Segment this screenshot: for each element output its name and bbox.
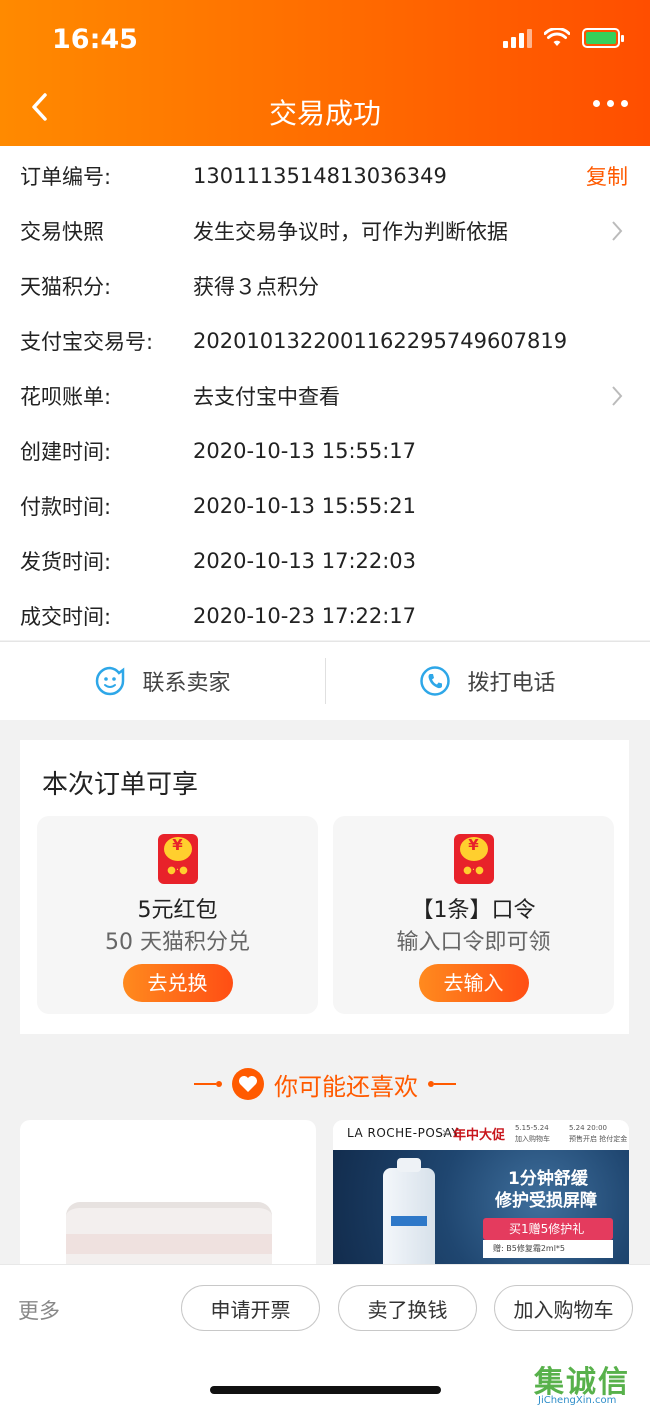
- row-label: 花呗账单:: [20, 384, 112, 409]
- more-link[interactable]: 更多: [18, 1295, 60, 1325]
- add-to-cart-button[interactable]: 加入购物车: [494, 1285, 633, 1331]
- ad-date: 5.24 20:00: [569, 1124, 607, 1132]
- recommend-heading: 你可能还喜欢: [0, 1066, 650, 1102]
- row-label: 付款时间:: [20, 494, 112, 519]
- ad-gift-badge: 买1赠5修护礼: [483, 1218, 613, 1240]
- product-image: [66, 1202, 272, 1265]
- contact-bar: 联系卖家 拨打电话: [0, 641, 650, 720]
- red-packet-icon: ●·●: [157, 834, 198, 884]
- call-phone-label: 拨打电话: [467, 671, 556, 696]
- order-number-row: 订单编号: 1301113514813036349 复制: [0, 148, 650, 203]
- chevron-right-icon: [612, 385, 623, 406]
- row-label: 创建时间:: [20, 439, 112, 464]
- chevron-right-icon: [612, 220, 623, 241]
- benefit-desc: 50 天猫积分兑: [105, 930, 250, 955]
- page-title: 交易成功: [268, 97, 381, 130]
- order-number: 1301113514813036349: [193, 163, 447, 188]
- row-value: 去支付宝中查看: [193, 384, 340, 409]
- row-value: 发生交易争议时，可作为判断依据: [193, 219, 508, 244]
- heart-icon: [232, 1068, 264, 1100]
- ad-headline: 修护受损屏障: [495, 1191, 597, 1211]
- row-label: 交易快照: [20, 219, 104, 244]
- alipay-trade-row: 支付宝交易号: 2020101322001162295749607819: [0, 313, 650, 368]
- deco-right: [428, 1081, 456, 1087]
- ad-date-sub: 加入购物车: [515, 1135, 550, 1143]
- created-time-row: 创建时间: 2020-10-13 15:55:17: [0, 423, 650, 478]
- red-packet-icon: ●·●: [453, 834, 494, 884]
- product-card-ad[interactable]: LA ROCHE-POSAY × 年中大促 5.15-5.24 5.24 20:…: [333, 1120, 629, 1265]
- home-indicator: [210, 1386, 441, 1394]
- row-label: 发货时间:: [20, 549, 112, 574]
- product-card[interactable]: [20, 1120, 316, 1265]
- product-bottle: [383, 1158, 435, 1265]
- copy-button[interactable]: 复制: [586, 161, 628, 191]
- row-label: 支付宝交易号:: [20, 329, 154, 354]
- status-icons: [503, 28, 624, 48]
- row-label: 成交时间:: [20, 604, 112, 629]
- redeem-button[interactable]: 去兑换: [122, 964, 233, 1002]
- chat-face-icon: [96, 666, 125, 696]
- benefits-title: 本次订单可享: [42, 770, 199, 800]
- benefit-name: 【1条】口令: [411, 898, 536, 923]
- row-label: 天猫积分:: [20, 274, 112, 299]
- invoice-button[interactable]: 申请开票: [181, 1285, 320, 1331]
- ad-separator: ×: [441, 1126, 451, 1139]
- snapshot-row[interactable]: 交易快照 发生交易争议时，可作为判断依据: [0, 203, 650, 258]
- ad-gift-note: 赠: B5修复霜2ml*5: [483, 1240, 613, 1258]
- signal-icon: [503, 28, 532, 48]
- row-value: 2020-10-13 17:22:03: [193, 548, 417, 573]
- ad-banner-top: LA ROCHE-POSAY × 年中大促 5.15-5.24 5.24 20:…: [333, 1120, 629, 1150]
- row-value: 2020-10-23 17:22:17: [193, 603, 417, 628]
- paid-time-row: 付款时间: 2020-10-13 15:55:21: [0, 478, 650, 533]
- enter-code-button[interactable]: 去输入: [418, 964, 529, 1002]
- huabei-bill-row[interactable]: 花呗账单: 去支付宝中查看: [0, 368, 650, 423]
- benefit-red-packet: ●·● 5元红包 50 天猫积分兑 去兑换: [37, 816, 318, 1014]
- order-benefits-card: 本次订单可享 ●·● 5元红包 50 天猫积分兑 去兑换 ●·● 【1条】口令 …: [20, 740, 629, 1034]
- phone-icon: [420, 666, 451, 696]
- completed-time-row: 成交时间: 2020-10-23 17:22:17: [0, 588, 650, 643]
- status-time: 16:45: [52, 24, 138, 55]
- resell-button[interactable]: 卖了换钱: [338, 1285, 477, 1331]
- benefit-password: ●·● 【1条】口令 输入口令即可领 去输入: [333, 816, 614, 1014]
- contact-seller-button[interactable]: 联系卖家: [0, 642, 325, 720]
- call-phone-button[interactable]: 拨打电话: [325, 642, 650, 720]
- recommend-title: 你可能还喜欢: [274, 1072, 418, 1101]
- order-info-section: 订单编号: 1301113514813036349 复制 交易快照 发生交易争议…: [0, 146, 650, 640]
- bottom-action-bar: 更多 申请开票 卖了换钱 加入购物车 集诚信 JiChengXin.com: [0, 1264, 650, 1406]
- row-value: 获得３点积分: [193, 274, 319, 299]
- watermark-url: JiChengXin.com: [538, 1395, 617, 1406]
- benefit-desc: 输入口令即可领: [396, 930, 551, 955]
- battery-icon: [582, 28, 624, 48]
- deco-left: [194, 1081, 222, 1087]
- ad-date-sub: 预售开启 抢付定金: [569, 1135, 628, 1143]
- benefit-name: 5元红包: [137, 898, 218, 923]
- wifi-icon: [544, 28, 570, 46]
- row-value: 2020-10-13 15:55:17: [193, 438, 417, 463]
- ad-date: 5.15-5.24: [515, 1124, 549, 1132]
- row-value: 2020-10-13 15:55:21: [193, 493, 417, 518]
- ad-image: 1分钟舒缓 修护受损屏障 买1赠5修护礼 赠: B5修复霜2ml*5: [333, 1150, 629, 1265]
- tmall-points-row: 天猫积分: 获得３点积分: [0, 258, 650, 313]
- more-dots-icon[interactable]: [593, 100, 628, 107]
- shipped-time-row: 发货时间: 2020-10-13 17:22:03: [0, 533, 650, 588]
- row-label: 订单编号:: [20, 164, 112, 189]
- nav-header: 16:45 交易成功: [0, 0, 650, 146]
- ad-sale: 年中大促: [453, 1128, 506, 1143]
- watermark-logo: 集诚信 JiChengXin.com: [534, 1357, 650, 1406]
- row-value: 2020101322001162295749607819: [193, 328, 568, 353]
- contact-seller-label: 联系卖家: [142, 671, 231, 696]
- divider: [325, 658, 326, 704]
